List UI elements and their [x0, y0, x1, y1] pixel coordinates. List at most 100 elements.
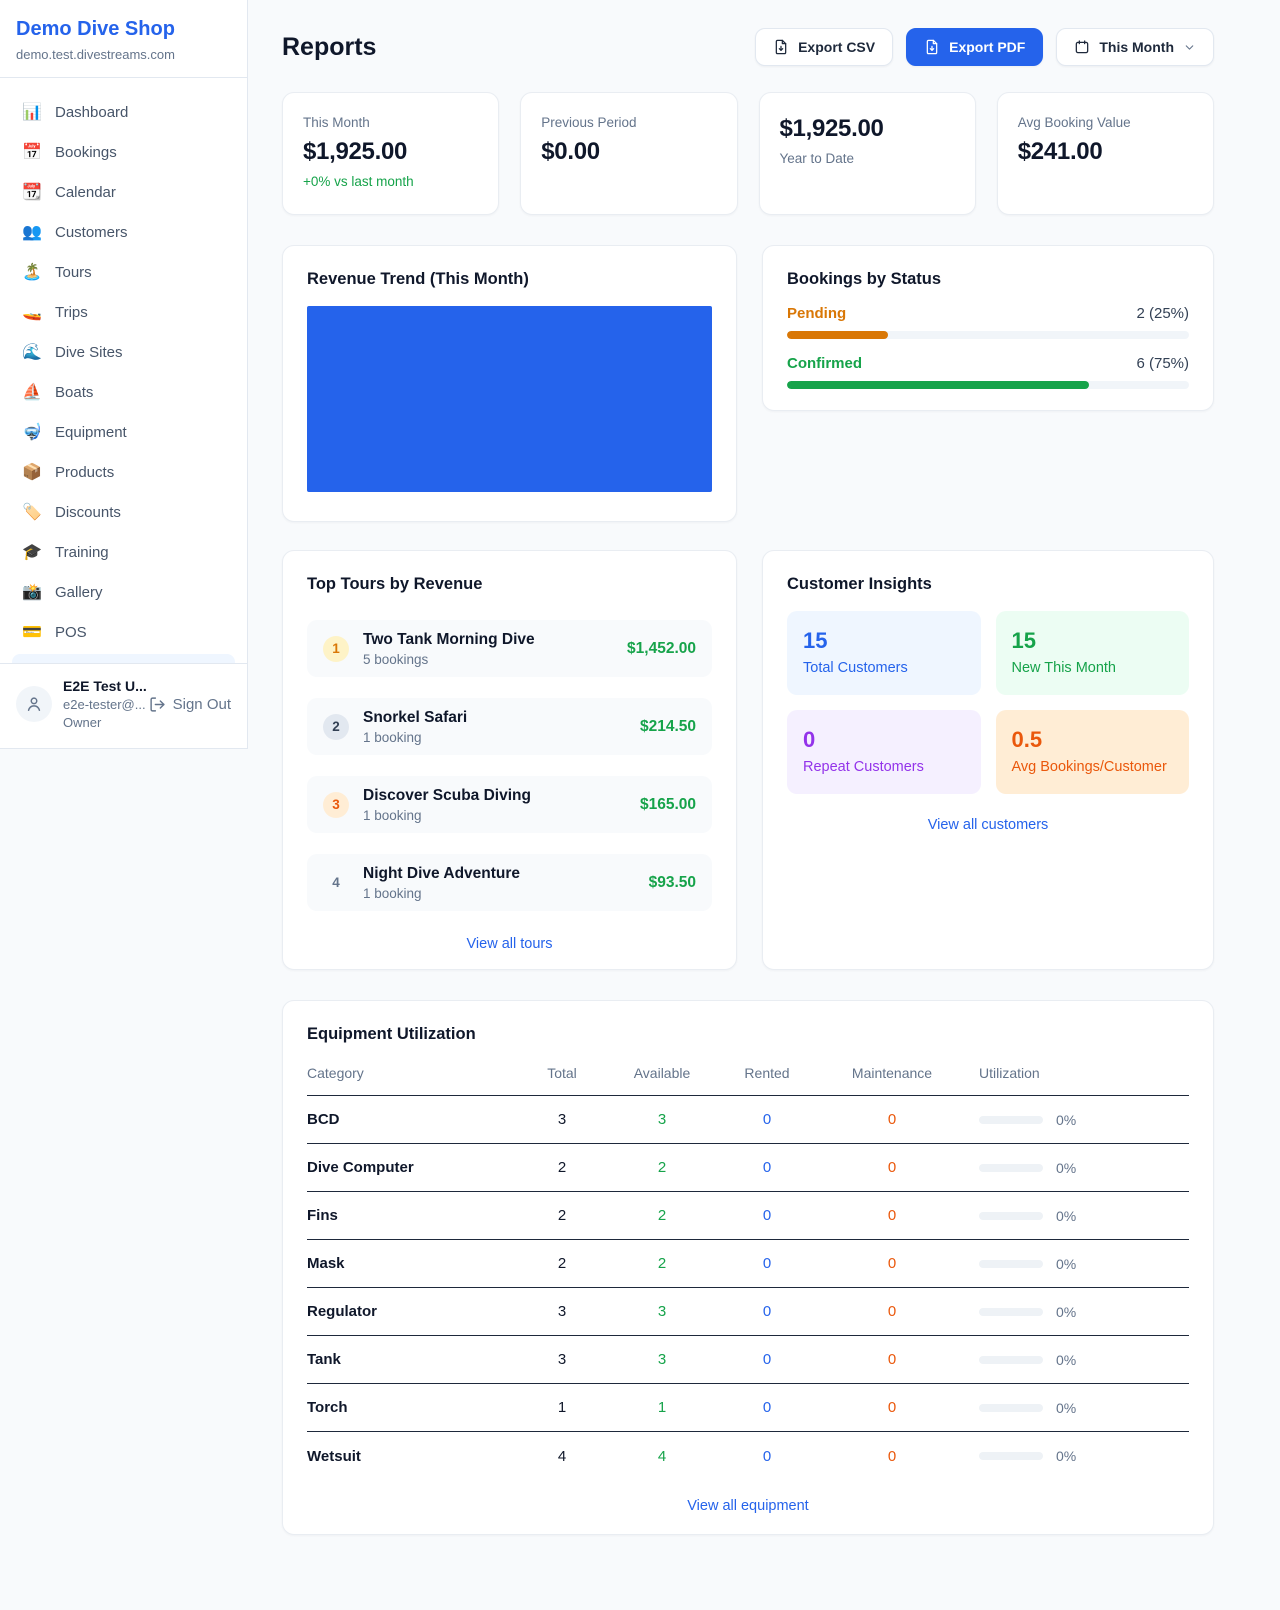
cell-rented: 0 — [717, 1399, 817, 1416]
tour-bookings: 1 booking — [363, 808, 626, 823]
status-value: 6 (75%) — [1136, 355, 1189, 372]
cell-maintenance: 0 — [817, 1111, 967, 1128]
export-csv-button[interactable]: Export CSV — [755, 28, 893, 66]
sidebar-item[interactable]: 💳 POS — [12, 612, 235, 652]
sidebar-item[interactable]: 🏝️ Tours — [12, 252, 235, 292]
stat-value: $241.00 — [1018, 138, 1193, 166]
stat-card: Year to Date $1,925.00 — [759, 92, 976, 215]
sidebar-item-icon: ⛵ — [22, 382, 42, 402]
cell-available: 3 — [607, 1111, 717, 1128]
export-pdf-label: Export PDF — [949, 39, 1025, 55]
sidebar-item[interactable]: 🏷️ Discounts — [12, 492, 235, 532]
stat-card: Previous Period $0.00 — [520, 92, 737, 215]
cell-total: 3 — [517, 1111, 607, 1128]
customer-insights-card: Customer Insights 15 Total Customers 15 … — [762, 550, 1214, 970]
stat-label: This Month — [303, 115, 478, 130]
tour-list-item[interactable]: 4 Night Dive Adventure 1 booking $93.50 — [307, 854, 712, 911]
sidebar-item-icon: 📆 — [22, 182, 42, 202]
brand-title[interactable]: Demo Dive Shop — [16, 18, 231, 41]
cell-utilization: 0% — [967, 1256, 1189, 1272]
sidebar-item-icon: 🏷️ — [22, 502, 42, 522]
cell-maintenance: 0 — [817, 1207, 967, 1224]
insight-tile: 15 New This Month — [996, 611, 1190, 695]
utilization-track — [979, 1164, 1043, 1172]
sidebar-item[interactable]: 👥 Customers — [12, 212, 235, 252]
cell-maintenance: 0 — [817, 1351, 967, 1368]
stat-card: This Month $1,925.00 +0% vs last month — [282, 92, 499, 215]
utilization-percent: 0% — [1056, 1352, 1076, 1368]
cell-available: 3 — [607, 1351, 717, 1368]
revenue-trend-bar — [307, 306, 712, 492]
view-all-customers-link[interactable]: View all customers — [787, 817, 1189, 833]
sidebar-footer: E2E Test U... e2e-tester@... Owner Sign … — [0, 663, 247, 748]
period-label: This Month — [1099, 39, 1174, 55]
sign-out-button[interactable]: Sign Out — [149, 696, 231, 713]
status-row: Pending 2 (25%) — [787, 305, 1189, 339]
tour-revenue: $165.00 — [640, 796, 696, 814]
equipment-rows: BCD 3 3 0 0 0% Dive Co — [307, 1096, 1189, 1480]
tour-list-item[interactable]: 2 Snorkel Safari 1 booking $214.50 — [307, 698, 712, 755]
export-pdf-button[interactable]: Export PDF — [906, 28, 1043, 66]
brand-domain: demo.test.divestreams.com — [16, 47, 231, 62]
cell-total: 2 — [517, 1207, 607, 1224]
sidebar-item-icon: 🤿 — [22, 422, 42, 442]
header-actions: Export CSV Export PDF This Month — [755, 28, 1214, 66]
sidebar-item-icon: 📊 — [22, 102, 42, 122]
utilization-percent: 0% — [1056, 1400, 1076, 1416]
cell-available: 2 — [607, 1207, 717, 1224]
sidebar-item[interactable]: 📸 Gallery — [12, 572, 235, 612]
sidebar-item[interactable]: 🚤 Trips — [12, 292, 235, 332]
sidebar-item[interactable]: 📦 Products — [12, 452, 235, 492]
sidebar-item[interactable]: 📆 Calendar — [12, 172, 235, 212]
equipment-table-header: Category Total Available Rented Maintena… — [307, 1065, 1189, 1096]
cell-total: 3 — [517, 1351, 607, 1368]
user-email: e2e-tester@... — [63, 697, 138, 712]
sign-out-label: Sign Out — [173, 696, 231, 713]
sidebar-item[interactable]: ⛵ Boats — [12, 372, 235, 412]
sidebar-item-icon: 💳 — [22, 622, 42, 642]
view-all-equipment-link[interactable]: View all equipment — [307, 1498, 1189, 1514]
utilization-track — [979, 1260, 1043, 1268]
utilization-percent: 0% — [1056, 1256, 1076, 1272]
sidebar-item-label: POS — [55, 624, 87, 641]
tour-name: Two Tank Morning Dive — [363, 631, 613, 649]
sidebar-item-active-partial[interactable] — [12, 654, 235, 663]
sidebar-item[interactable]: 🌊 Dive Sites — [12, 332, 235, 372]
insight-label: Avg Bookings/Customer — [1012, 759, 1174, 775]
tour-info: Night Dive Adventure 1 booking — [363, 865, 635, 901]
tour-rank-badge: 1 — [323, 636, 349, 662]
sidebar-item[interactable]: 📊 Dashboard — [12, 92, 235, 132]
tour-list-item[interactable]: 3 Discover Scuba Diving 1 booking $165.0… — [307, 776, 712, 833]
sidebar-item[interactable]: 🤿 Equipment — [12, 412, 235, 452]
sidebar-item-label: Equipment — [55, 424, 127, 441]
cell-utilization: 0% — [967, 1400, 1189, 1416]
customer-insights-title: Customer Insights — [787, 575, 1189, 594]
user-info: E2E Test U... e2e-tester@... Owner — [63, 678, 138, 730]
cell-total: 2 — [517, 1159, 607, 1176]
sidebar-item[interactable]: 📅 Bookings — [12, 132, 235, 172]
cell-rented: 0 — [717, 1303, 817, 1320]
period-dropdown[interactable]: This Month — [1056, 28, 1214, 66]
tour-bookings: 1 booking — [363, 886, 635, 901]
stat-delta: +0% vs last month — [303, 174, 478, 189]
cell-utilization: 0% — [967, 1112, 1189, 1128]
stats-row: This Month $1,925.00 +0% vs last month P… — [282, 92, 1214, 215]
logout-icon — [149, 696, 166, 713]
stat-value: $1,925.00 — [780, 115, 955, 143]
sidebar-item[interactable]: 🎓 Training — [12, 532, 235, 572]
col-category: Category — [307, 1065, 517, 1081]
person-icon — [24, 694, 44, 714]
table-row: Fins 2 2 0 0 0% — [307, 1192, 1189, 1240]
insight-label: Repeat Customers — [803, 759, 965, 775]
brand: Demo Dive Shop demo.test.divestreams.com — [0, 0, 247, 78]
insight-value: 15 — [803, 628, 965, 654]
insight-tile: 0.5 Avg Bookings/Customer — [996, 710, 1190, 794]
tour-bookings: 1 booking — [363, 730, 626, 745]
tour-list-item[interactable]: 1 Two Tank Morning Dive 5 bookings $1,45… — [307, 620, 712, 677]
cell-available: 3 — [607, 1303, 717, 1320]
cell-total: 2 — [517, 1255, 607, 1272]
equipment-utilization-title: Equipment Utilization — [307, 1025, 1189, 1044]
revenue-trend-title: Revenue Trend (This Month) — [307, 270, 712, 289]
view-all-tours-link[interactable]: View all tours — [307, 936, 712, 952]
sidebar-item-icon: 📅 — [22, 142, 42, 162]
